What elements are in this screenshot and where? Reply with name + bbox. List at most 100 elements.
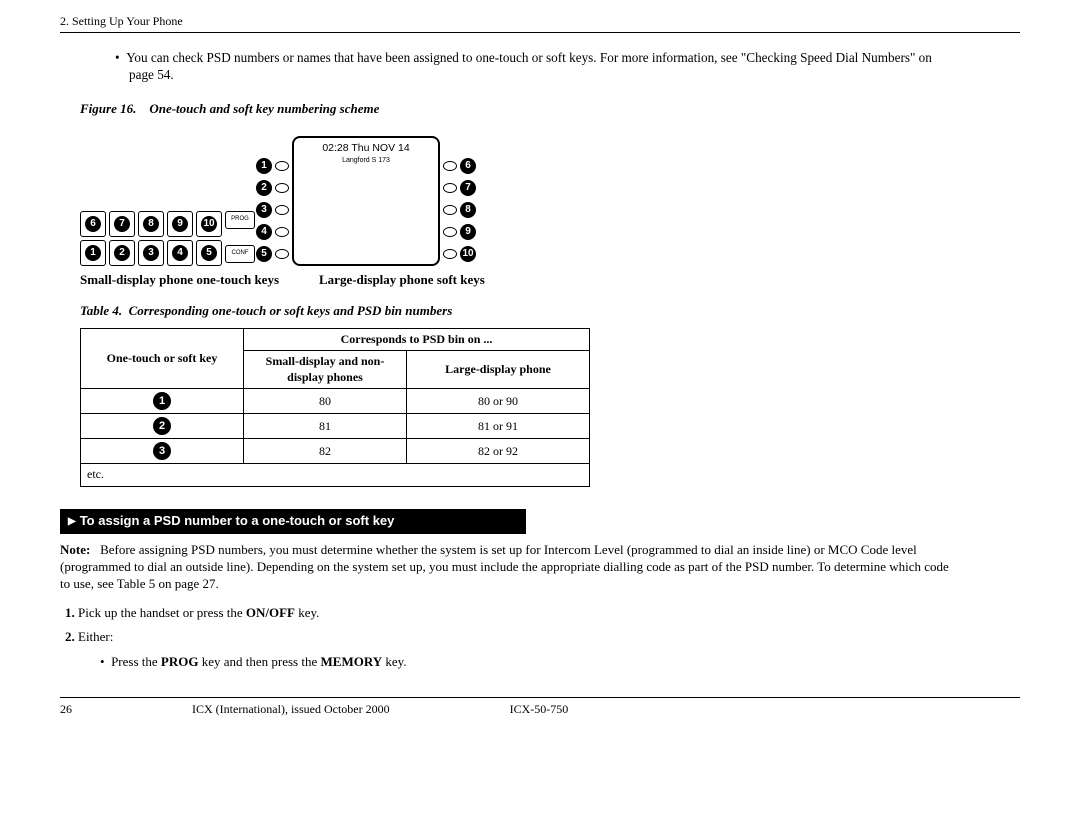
softkey-icon	[275, 183, 289, 193]
note-text: Before assigning PSD numbers, you must d…	[60, 542, 949, 591]
table-caption: Table 4. Corresponding one-touch or soft…	[80, 303, 1020, 320]
dot-icon	[438, 165, 440, 167]
num-badge: 5	[201, 245, 217, 261]
psd-table: One-touch or soft key Corresponds to PSD…	[80, 328, 590, 487]
dot-icon	[292, 231, 294, 233]
num-badge: 2	[114, 245, 130, 261]
dot-icon	[438, 187, 440, 189]
footer-right: ICX-50-750	[510, 702, 569, 718]
cell-small: 80	[244, 389, 407, 414]
cell-etc: etc.	[81, 464, 590, 487]
small-phone-label: Small-display phone one-touch keys	[80, 272, 279, 289]
step-2: Either:	[78, 629, 1020, 646]
top-row-badges: 6 7 8 9 10	[85, 216, 217, 232]
footer: 26 ICX (International), issued October 2…	[60, 702, 1020, 718]
num-badge: 8	[460, 202, 476, 218]
cell-large: 81 or 91	[407, 414, 590, 439]
step2-text: Either:	[78, 629, 113, 644]
table-row: etc.	[81, 464, 590, 487]
prog-button: PROG	[225, 211, 255, 229]
dot-icon	[292, 187, 294, 189]
large-phone-diagram: 02:28 Thu NOV 14 Langford S 173 1 2 3 4 …	[292, 136, 440, 266]
num-badge: 10	[460, 246, 476, 262]
cell-small: 81	[244, 414, 407, 439]
num-badge: 1	[256, 158, 272, 174]
table-row: 1 80 80 or 90	[81, 389, 590, 414]
dot-icon	[292, 253, 294, 255]
figure-title-text: One-touch and soft key numbering scheme	[149, 101, 379, 116]
num-badge: 10	[201, 216, 217, 232]
footer-divider	[60, 697, 1020, 698]
figure-caption: Figure 16. One-touch and soft key number…	[80, 101, 1020, 118]
step1-post: key.	[295, 605, 319, 620]
num-badge: 7	[114, 216, 130, 232]
large-screen: 02:28 Thu NOV 14 Langford S 173	[292, 136, 440, 266]
sub-pre: Press the	[111, 654, 161, 669]
num-badge: 3	[153, 442, 171, 460]
softkey-icon	[443, 227, 457, 237]
small-phone-diagram: PROG CONF 6 7 8 9 10 1 2 3 4 5	[80, 211, 222, 266]
dot-icon	[438, 231, 440, 233]
intro-bullet-text: You can check PSD numbers or names that …	[126, 50, 932, 82]
step1-bold: ON/OFF	[246, 605, 295, 620]
num-badge: 9	[460, 224, 476, 240]
softkey-icon	[443, 205, 457, 215]
note-label: Note:	[60, 542, 90, 557]
table-label: Table 4.	[80, 303, 122, 318]
softkey-icon	[443, 183, 457, 193]
softkey-icon	[443, 161, 457, 171]
table-title-text: Corresponding one-touch or soft keys and…	[129, 303, 453, 318]
left-softkey-badges: 1 2 3 4 5	[256, 158, 294, 262]
th-small: Small-display and non-display phones	[244, 351, 407, 389]
dot-icon	[292, 209, 294, 211]
num-badge: 4	[172, 245, 188, 261]
step1-pre: Pick up the handset or press the	[78, 605, 246, 620]
cell-large: 82 or 92	[407, 439, 590, 464]
figure-area: PROG CONF 6 7 8 9 10 1 2 3 4 5	[80, 136, 1020, 266]
table-row: 2 81 81 or 91	[81, 414, 590, 439]
dot-icon	[438, 253, 440, 255]
num-badge: 5	[256, 246, 272, 262]
header-divider	[60, 32, 1020, 33]
figure-labels: Small-display phone one-touch keys Large…	[80, 272, 1020, 289]
intro-bullet: • You can check PSD numbers or names tha…	[115, 49, 950, 83]
sub-bold2: MEMORY	[321, 654, 383, 669]
softkey-icon	[275, 161, 289, 171]
step2-sub-bullet: • Press the PROG key and then press the …	[100, 654, 1020, 671]
sub-bold1: PROG	[161, 654, 199, 669]
th-large: Large-display phone	[407, 351, 590, 389]
num-badge: 4	[256, 224, 272, 240]
th-key: One-touch or soft key	[81, 328, 244, 389]
dot-icon	[438, 209, 440, 211]
right-softkey-badges: 6 7 8 9 10	[438, 158, 476, 262]
screen-time: 02:28 Thu NOV 14	[294, 142, 438, 156]
procedure-heading: To assign a PSD number to a one-touch or…	[60, 509, 526, 534]
large-phone-label: Large-display phone soft keys	[319, 272, 485, 289]
bottom-row-badges: 1 2 3 4 5	[85, 245, 217, 261]
num-badge: 7	[460, 180, 476, 196]
sub-post: key.	[382, 654, 406, 669]
step-1: Pick up the handset or press the ON/OFF …	[78, 605, 1020, 622]
prog-conf-buttons: PROG CONF	[225, 211, 255, 263]
note-block: Note: Before assigning PSD numbers, you …	[60, 542, 960, 593]
num-badge: 6	[460, 158, 476, 174]
num-badge: 9	[172, 216, 188, 232]
th-corresponds: Corresponds to PSD bin on ...	[244, 328, 590, 351]
num-badge: 3	[143, 245, 159, 261]
num-badge: 2	[153, 417, 171, 435]
dot-icon	[292, 165, 294, 167]
softkey-icon	[275, 249, 289, 259]
section-header: 2. Setting Up Your Phone	[60, 14, 1020, 30]
num-badge: 3	[256, 202, 272, 218]
page-number: 26	[60, 702, 72, 718]
num-badge: 6	[85, 216, 101, 232]
screen-subtitle: Langford S 173	[294, 156, 438, 165]
footer-center: ICX (International), issued October 2000	[192, 702, 390, 718]
cell-large: 80 or 90	[407, 389, 590, 414]
figure-label: Figure 16.	[80, 101, 136, 116]
num-badge: 1	[153, 392, 171, 410]
sub-mid: key and then press the	[198, 654, 320, 669]
conf-button: CONF	[225, 245, 255, 263]
table-row: 3 82 82 or 92	[81, 439, 590, 464]
softkey-icon	[443, 249, 457, 259]
